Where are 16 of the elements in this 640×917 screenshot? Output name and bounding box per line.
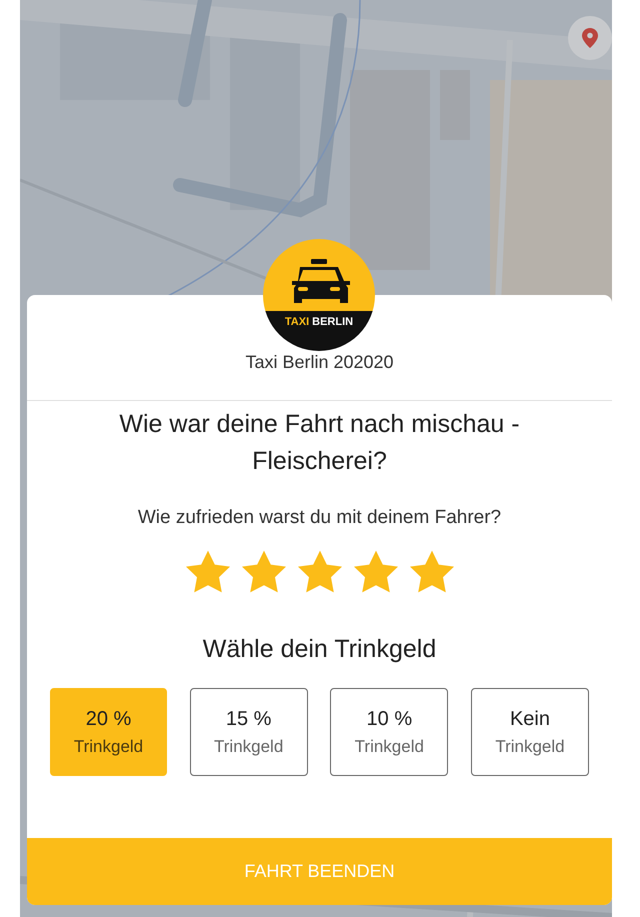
star-icon[interactable] bbox=[240, 548, 288, 594]
star-icon[interactable] bbox=[352, 548, 400, 594]
tip-option[interactable]: 10 % Trinkgeld bbox=[330, 688, 448, 776]
driver-question: Wie zufrieden warst du mit deinem Fahrer? bbox=[136, 506, 502, 530]
tip-option[interactable]: 20 % Trinkgeld bbox=[50, 688, 167, 776]
star-icon[interactable] bbox=[408, 548, 456, 594]
ride-question: Wie war deine Fahrt nach mischau - Fleischerei? bbox=[118, 409, 521, 477]
tip-option[interactable]: 15 % Trinkgeld bbox=[190, 688, 308, 776]
map-pin-icon bbox=[582, 28, 598, 48]
tip-option[interactable]: Kein Trinkgeld bbox=[470, 688, 589, 776]
star-icon[interactable] bbox=[296, 548, 344, 594]
company-name: Taxi Berlin 202020 bbox=[245, 351, 394, 374]
tip-heading: Wähle dein Trinkgeld bbox=[202, 634, 438, 664]
star-icon[interactable] bbox=[184, 548, 232, 594]
logo-text: BERLIN bbox=[312, 315, 354, 330]
logo-text: TAXI bbox=[284, 315, 310, 330]
